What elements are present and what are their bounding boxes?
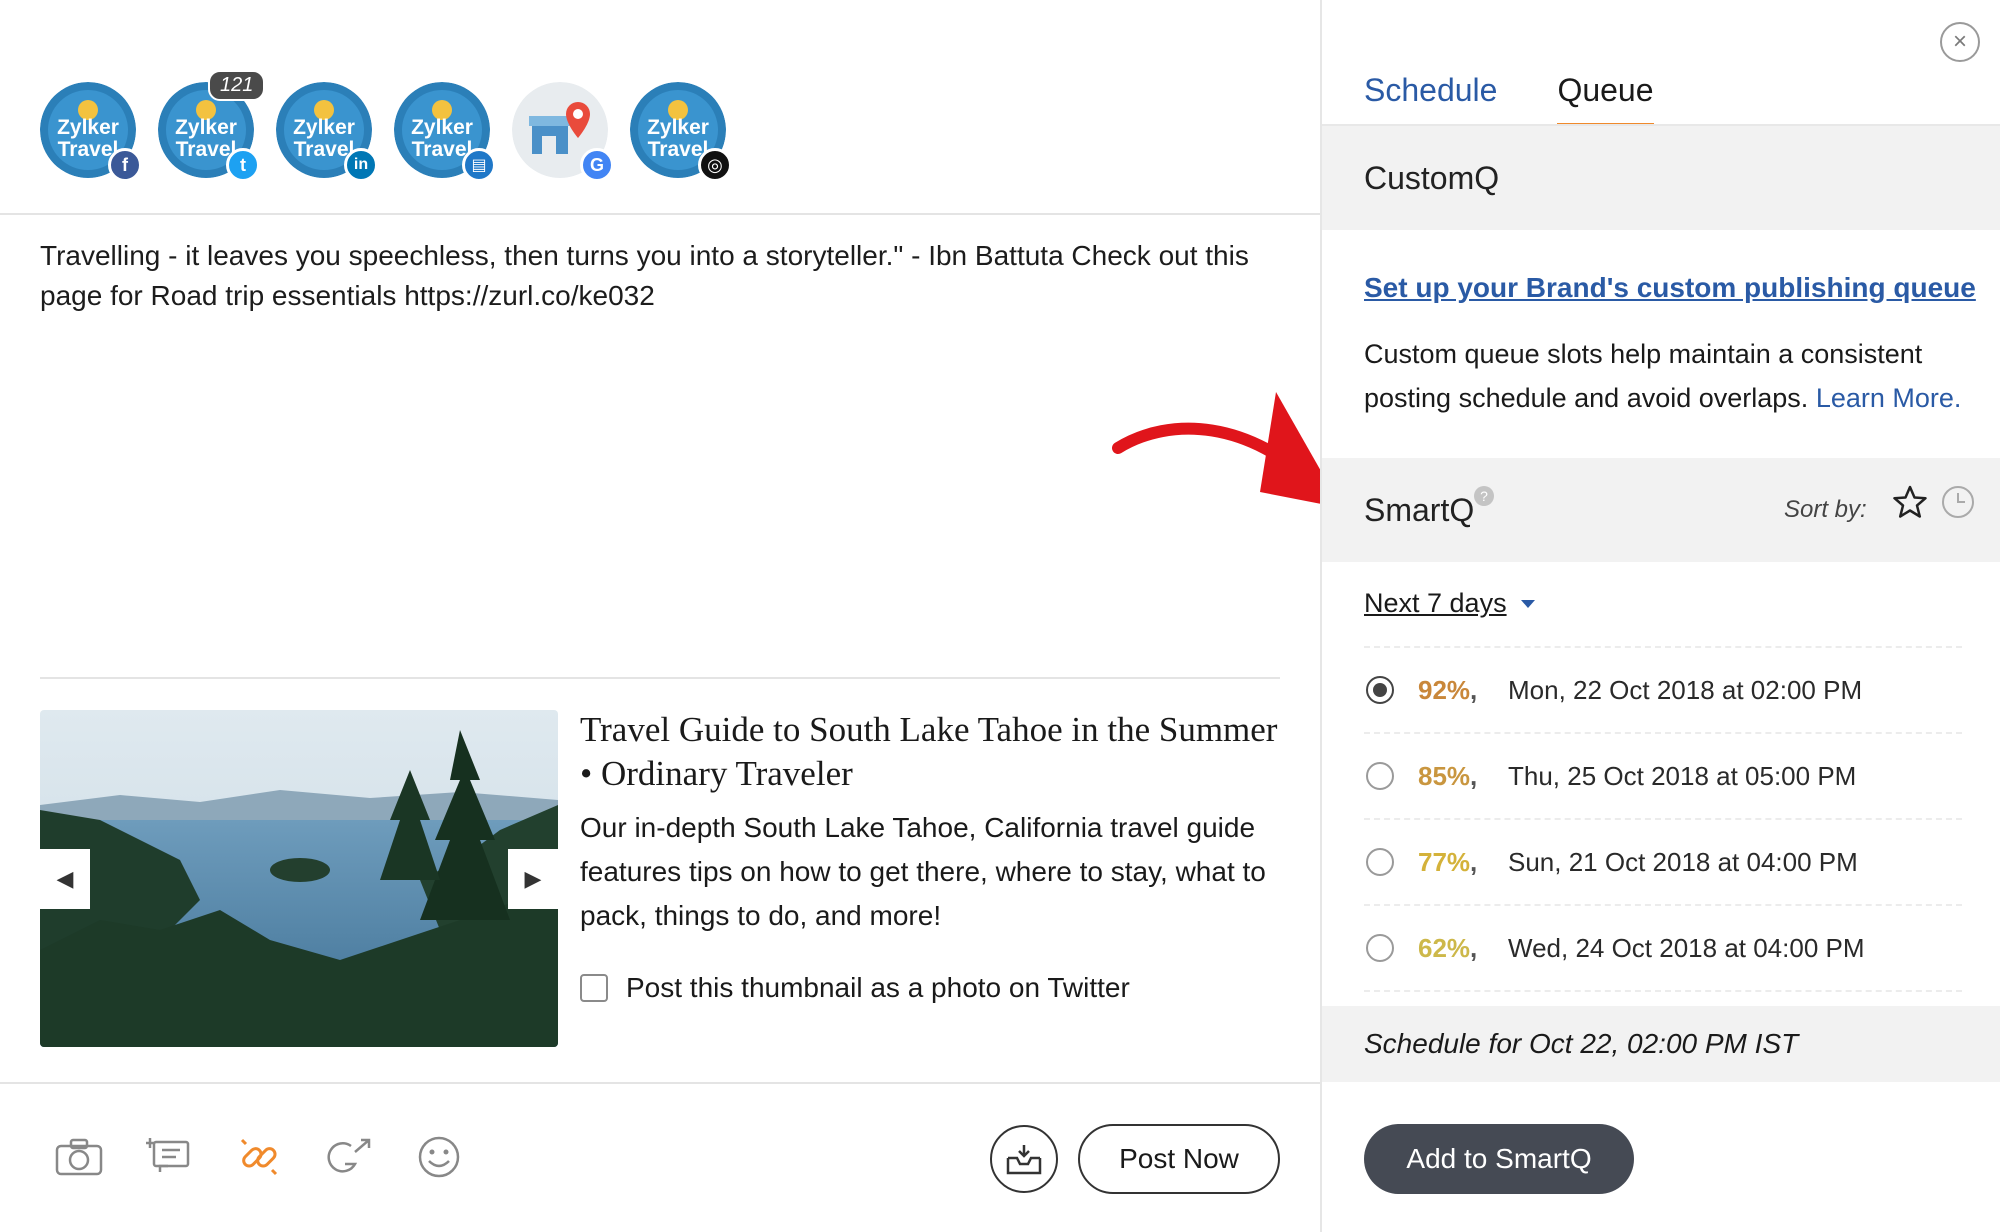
slot-radio[interactable] — [1366, 676, 1394, 704]
slot-time: Thu, 25 Oct 2018 at 05:00 PM — [1508, 760, 1857, 791]
linkedin-icon: in — [344, 148, 378, 182]
post-thumbnail-label[interactable]: Post this thumbnail as a photo on Twitte… — [626, 972, 1130, 1004]
post-thumbnail-option: Post this thumbnail as a photo on Twitte… — [580, 972, 1130, 1004]
account-avatar-instagram[interactable]: Zylker Travel ◎ — [630, 82, 732, 182]
customq-description: Custom queue slots help maintain a consi… — [1364, 332, 1974, 420]
slot-score: 92%, — [1418, 674, 1478, 705]
slot-score: 77%, — [1418, 846, 1478, 877]
link-preview-image — [40, 710, 558, 1047]
close-icon[interactable]: × — [1940, 22, 1980, 62]
twitter-icon: t — [226, 148, 260, 182]
google-share-icon[interactable] — [322, 1130, 376, 1184]
star-icon[interactable] — [1892, 484, 1928, 520]
slot-score: 85%, — [1418, 760, 1478, 791]
schedule-summary-text: Schedule for Oct 22, 02:00 PM IST — [1364, 1028, 1799, 1059]
chevron-left-icon: ◀ — [56, 866, 74, 891]
svg-text:Zylker: Zylker — [647, 116, 709, 139]
smartq-slot-list: 92%, Mon, 22 Oct 2018 at 02:00 PM 85%, T… — [1364, 646, 1962, 992]
account-avatar-facebook[interactable]: Zylker Travel f — [40, 82, 142, 182]
slot-score: 62%, — [1418, 932, 1478, 963]
link-preview-title[interactable]: Travel Guide to South Lake Tahoe in the … — [580, 708, 1280, 796]
schedule-panel: × Schedule Queue CustomQ Set up your Bra… — [1320, 0, 2000, 1232]
drafts-button[interactable] — [990, 1125, 1058, 1193]
preview-prev-button[interactable]: ◀ — [40, 849, 90, 909]
divider — [40, 677, 1280, 679]
slot-time: Sun, 21 Oct 2018 at 04:00 PM — [1508, 846, 1858, 877]
post-now-button[interactable]: Post Now — [1078, 1124, 1280, 1194]
svg-text:Zylker: Zylker — [411, 116, 473, 139]
account-avatar-linkedin-page[interactable]: Zylker Travel ▤ — [394, 82, 496, 182]
smartq-title: SmartQ — [1364, 492, 1475, 528]
date-range-dropdown[interactable]: Next 7 days — [1364, 588, 1535, 619]
customq-header: CustomQ — [1322, 124, 2000, 230]
svg-text:Zylker: Zylker — [293, 116, 355, 139]
annotation-arrow — [1112, 392, 1342, 508]
slot-radio[interactable] — [1366, 762, 1394, 790]
divider — [0, 1082, 1320, 1084]
help-icon[interactable]: ? — [1474, 486, 1494, 506]
account-avatar-linkedin[interactable]: Zylker Travel in — [276, 82, 378, 182]
link-preview-description: Our in-depth South Lake Tahoe, Californi… — [580, 812, 1266, 931]
svg-text:Zylker: Zylker — [57, 116, 119, 139]
date-range-label: Next 7 days — [1364, 588, 1507, 618]
slot-radio[interactable] — [1366, 848, 1394, 876]
google-icon: G — [580, 148, 614, 182]
post-composer: Zylker Travel f Zylker Travel 121 t Zylk… — [0, 0, 1342, 1232]
learn-more-link[interactable]: Learn More. — [1816, 383, 1962, 413]
panel-tabs: Schedule Queue — [1364, 72, 1714, 127]
camera-icon[interactable] — [52, 1130, 106, 1184]
slot-radio[interactable] — [1366, 934, 1394, 962]
account-avatar-google[interactable]: G — [512, 82, 614, 182]
emoji-icon[interactable] — [412, 1130, 466, 1184]
slot-row[interactable]: 92%, Mon, 22 Oct 2018 at 02:00 PM — [1364, 648, 1962, 734]
slot-row[interactable]: 85%, Thu, 25 Oct 2018 at 05:00 PM — [1364, 734, 1962, 820]
linkedin-page-icon: ▤ — [462, 148, 496, 182]
account-selector: Zylker Travel f Zylker Travel 121 t Zylk… — [40, 70, 748, 192]
chevron-right-icon: ▶ — [524, 866, 542, 891]
chevron-down-icon — [1520, 599, 1535, 608]
pending-count-badge: 121 — [208, 70, 266, 101]
link-icon[interactable] — [232, 1130, 286, 1184]
svg-text:Zylker: Zylker — [175, 116, 237, 139]
tab-schedule[interactable]: Schedule — [1364, 72, 1497, 127]
preview-next-button[interactable]: ▶ — [508, 849, 558, 909]
inbox-tray-icon — [1006, 1145, 1042, 1175]
composer-toolbar — [52, 1130, 502, 1184]
account-avatar-twitter[interactable]: Zylker Travel 121 t — [158, 70, 266, 182]
slot-row[interactable]: 62%, Wed, 24 Oct 2018 at 04:00 PM — [1364, 906, 1962, 992]
schedule-summary: Schedule for Oct 22, 02:00 PM IST — [1322, 1006, 2000, 1082]
sort-by-label: Sort by: — [1784, 496, 1867, 523]
add-text-icon[interactable] — [142, 1130, 196, 1184]
slot-time: Wed, 24 Oct 2018 at 04:00 PM — [1508, 932, 1865, 963]
tab-queue[interactable]: Queue — [1557, 72, 1654, 127]
slot-time: Mon, 22 Oct 2018 at 02:00 PM — [1508, 674, 1863, 705]
instagram-icon: ◎ — [698, 148, 732, 182]
facebook-icon: f — [108, 148, 142, 182]
customq-title: CustomQ — [1364, 160, 1500, 196]
add-to-smartq-button[interactable]: Add to SmartQ — [1364, 1124, 1634, 1194]
divider — [0, 213, 1320, 215]
smartq-header: SmartQ ? Sort by: — [1322, 458, 2000, 562]
post-thumbnail-checkbox[interactable] — [580, 974, 608, 1002]
slot-row[interactable]: 77%, Sun, 21 Oct 2018 at 04:00 PM — [1364, 820, 1962, 906]
clock-icon[interactable] — [1940, 484, 1976, 520]
post-text-input[interactable]: Travelling - it leaves you speechless, t… — [40, 236, 1290, 316]
setup-custom-queue-link[interactable]: Set up your Brand's custom publishing qu… — [1364, 272, 1976, 304]
